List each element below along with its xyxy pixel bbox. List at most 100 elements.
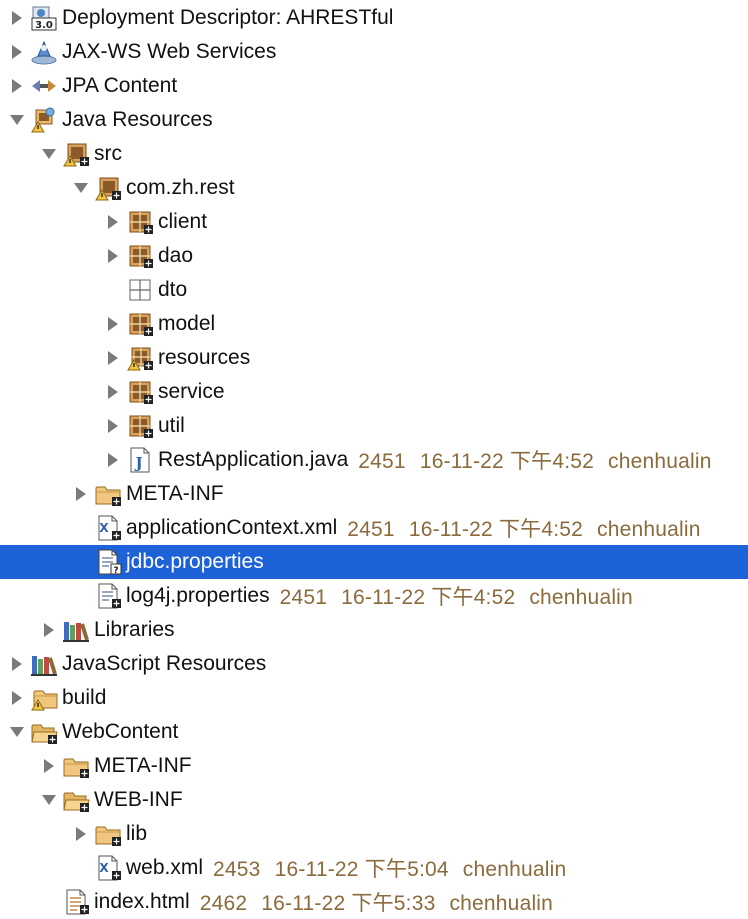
tree-item-webcontent[interactable]: WebContent	[0, 715, 748, 749]
jpa-icon	[30, 72, 58, 100]
tree-item-applicationcontext-xml[interactable]: X applicationContext.xml 2451 16-11-22 下午…	[0, 511, 748, 545]
tree-item-label: dao	[158, 244, 194, 267]
commit-date: 16-11-22 下午4:52	[341, 586, 516, 609]
tree-item-label: JavaScript Resources	[62, 652, 267, 675]
properties-file-unversioned-icon: ?	[94, 548, 122, 576]
tree-item-web-xml[interactable]: X web.xml 2453 16-11-22 下午5:04 chenhualin	[0, 851, 748, 885]
commit-author: chenhualin	[449, 892, 554, 915]
tree-item-label: Java Resources	[62, 108, 213, 131]
expand-arrow-icon[interactable]	[104, 383, 122, 401]
tree-item-lib[interactable]: lib	[0, 817, 748, 851]
tree-item-label: lib	[126, 822, 148, 845]
libraries-icon	[62, 616, 90, 644]
expand-arrow-icon[interactable]	[40, 621, 58, 639]
folder-icon	[94, 820, 122, 848]
javascript-resources-icon	[30, 650, 58, 678]
tree-item-label: resources	[158, 346, 251, 369]
java-resources-icon	[30, 106, 58, 134]
tree-item-package-service[interactable]: service	[0, 375, 748, 409]
tree-item-web-inf[interactable]: WEB-INF	[0, 783, 748, 817]
tree-item-label: WebContent	[62, 720, 179, 743]
commit-author: chenhualin	[529, 586, 633, 609]
web-services-icon	[30, 38, 58, 66]
svn-metadata: 2451 16-11-22 下午4:52 chenhualin	[347, 513, 700, 543]
project-explorer-tree: 3.0 Deployment Descriptor: AHRESTful JAX…	[0, 0, 748, 916]
tree-item-package-com-zh-rest[interactable]: com.zh.rest	[0, 171, 748, 205]
svn-metadata: 2462 16-11-22 下午5:33 chenhualin	[200, 887, 553, 917]
svg-text:J: J	[133, 454, 142, 472]
tree-item-jpa-content[interactable]: JPA Content	[0, 69, 748, 103]
tree-item-log4j-properties[interactable]: log4j.properties 2451 16-11-22 下午4:52 chen…	[0, 579, 748, 613]
tree-item-label: com.zh.rest	[126, 176, 235, 199]
tree-item-package-resources[interactable]: resources	[0, 341, 748, 375]
tree-item-libraries[interactable]: Libraries	[0, 613, 748, 647]
folder-icon	[62, 752, 90, 780]
revision-number: 2451	[358, 450, 406, 473]
package-warning-icon	[94, 174, 122, 202]
collapse-arrow-icon[interactable]	[8, 723, 26, 741]
expand-arrow-icon[interactable]	[104, 247, 122, 265]
folder-open-icon	[62, 786, 90, 814]
expand-arrow-icon[interactable]	[8, 689, 26, 707]
tree-item-src[interactable]: src	[0, 137, 748, 171]
empty-package-icon	[126, 276, 154, 304]
tree-item-label: jdbc.properties	[126, 550, 264, 573]
expand-arrow-icon[interactable]	[104, 315, 122, 333]
package-icon	[126, 208, 154, 236]
expand-arrow-icon[interactable]	[72, 825, 90, 843]
expand-arrow-icon[interactable]	[104, 349, 122, 367]
commit-date: 16-11-22 下午5:33	[261, 892, 436, 915]
tree-item-package-dao[interactable]: dao	[0, 239, 748, 273]
expand-arrow-icon[interactable]	[8, 9, 26, 27]
java-file-icon: J	[126, 446, 154, 474]
tree-item-label: web.xml	[126, 856, 204, 879]
svg-text:X: X	[99, 521, 109, 535]
tree-item-package-dto[interactable]: dto	[0, 273, 748, 307]
expand-arrow-icon[interactable]	[40, 757, 58, 775]
svn-metadata: 2453 16-11-22 下午5:04 chenhualin	[213, 853, 566, 883]
expand-arrow-icon[interactable]	[104, 213, 122, 231]
tree-item-package-util[interactable]: util	[0, 409, 748, 443]
package-icon	[126, 310, 154, 338]
tree-item-label: META-INF	[94, 754, 192, 777]
tree-item-java-resources[interactable]: Java Resources	[0, 103, 748, 137]
tree-item-jdbc-properties[interactable]: ? jdbc.properties	[0, 545, 748, 579]
tree-item-label: META-INF	[126, 482, 224, 505]
expand-arrow-icon[interactable]	[8, 43, 26, 61]
collapse-arrow-icon[interactable]	[40, 791, 58, 809]
collapse-arrow-icon[interactable]	[8, 111, 26, 129]
tree-item-index-html[interactable]: index.html 2462 16-11-22 下午5:33 chenhualin	[0, 885, 748, 919]
tree-item-label: index.html	[94, 890, 190, 913]
properties-file-icon	[94, 582, 122, 610]
commit-date: 16-11-22 下午4:52	[408, 518, 584, 541]
package-icon	[126, 242, 154, 270]
tree-item-javascript-resources[interactable]: JavaScript Resources	[0, 647, 748, 681]
expand-arrow-icon[interactable]	[104, 417, 122, 435]
expand-arrow-icon[interactable]	[104, 451, 122, 469]
revision-number: 2451	[279, 586, 328, 609]
tree-item-label: src	[94, 142, 122, 165]
tree-item-build[interactable]: build	[0, 681, 748, 715]
tree-item-label: JPA Content	[62, 74, 178, 97]
commit-author: chenhualin	[608, 450, 712, 473]
tree-item-label: applicationContext.xml	[126, 516, 338, 539]
expand-arrow-icon[interactable]	[8, 655, 26, 673]
tree-item-src-meta-inf[interactable]: META-INF	[0, 477, 748, 511]
expand-arrow-icon[interactable]	[8, 77, 26, 95]
xml-file-icon: X	[94, 514, 122, 542]
tree-item-package-client[interactable]: client	[0, 205, 748, 239]
svg-text:X: X	[99, 861, 109, 875]
commit-author: chenhualin	[462, 858, 567, 881]
tree-item-restapplication-java[interactable]: J RestApplication.java 2451 16-11-22 下午4:…	[0, 443, 748, 477]
folder-warning-icon	[30, 684, 58, 712]
source-folder-icon	[62, 140, 90, 168]
collapse-arrow-icon[interactable]	[72, 179, 90, 197]
collapse-arrow-icon[interactable]	[40, 145, 58, 163]
tree-item-deployment-descriptor[interactable]: 3.0 Deployment Descriptor: AHRESTful	[0, 1, 748, 35]
expand-arrow-icon[interactable]	[72, 485, 90, 503]
commit-date: 16-11-22 下午4:52	[419, 450, 595, 473]
tree-item-jaxws-web-services[interactable]: JAX-WS Web Services	[0, 35, 748, 69]
commit-date: 16-11-22 下午5:04	[274, 858, 449, 881]
tree-item-package-model[interactable]: model	[0, 307, 748, 341]
tree-item-webcontent-meta-inf[interactable]: META-INF	[0, 749, 748, 783]
